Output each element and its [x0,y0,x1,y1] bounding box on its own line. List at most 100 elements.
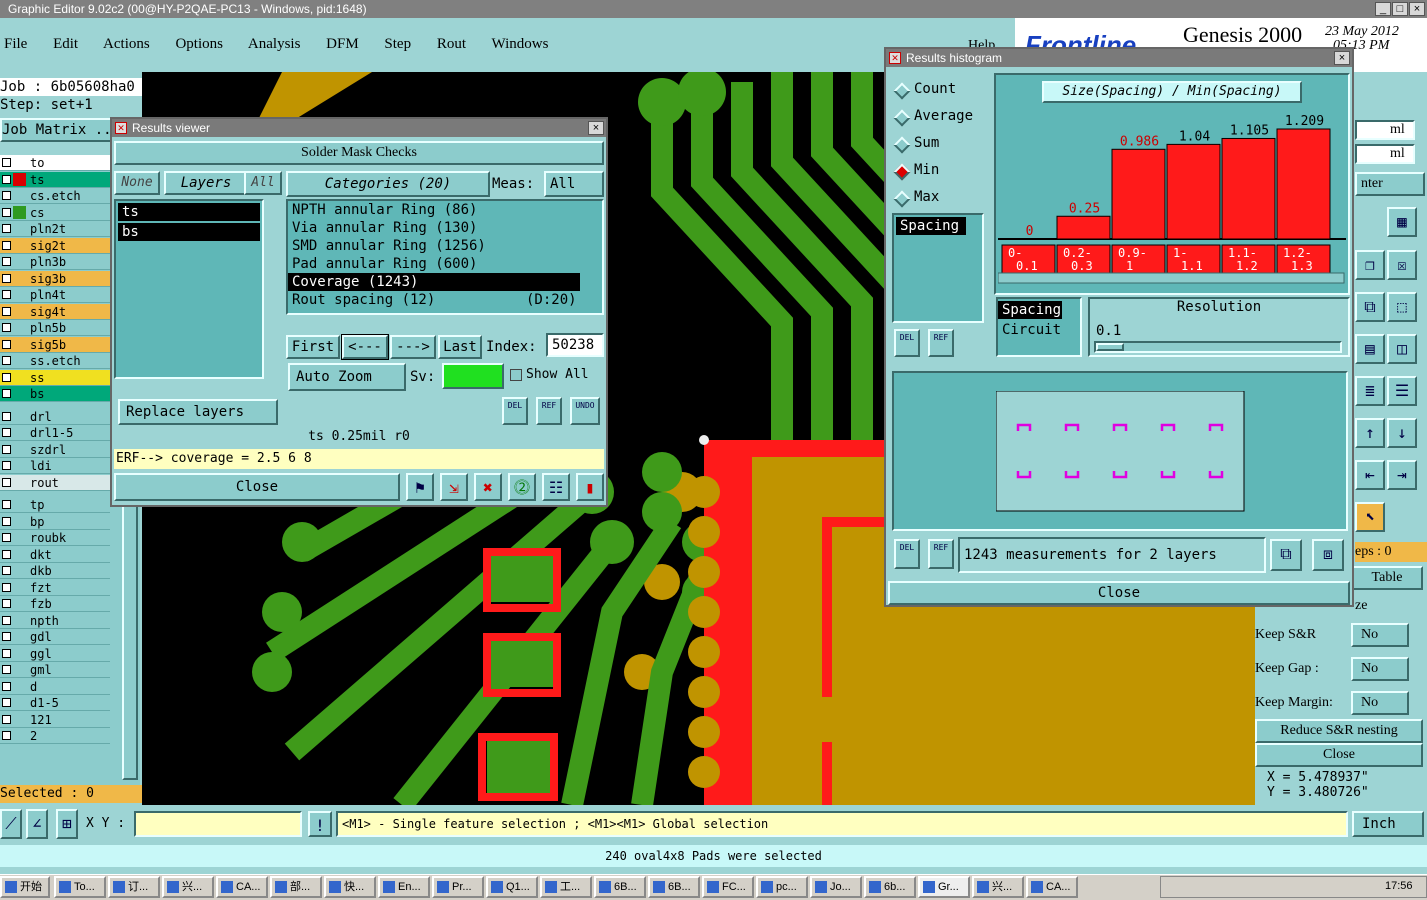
layer-row-sig3b[interactable]: sig3b [0,270,110,287]
layer-checkbox[interactable] [2,339,11,349]
menu-options[interactable]: Options [175,36,223,52]
tool-icon-2[interactable]: ∠ [26,809,48,839]
layer-row-pln2t[interactable]: pln2t [0,221,110,237]
menu-step[interactable]: Step [384,36,411,52]
layer-checkbox[interactable] [2,549,11,559]
menu-edit[interactable]: Edit [53,36,78,52]
sv-dropdown[interactable] [442,363,504,389]
layer-row-ldi[interactable]: ldi [0,458,110,474]
mode-average-radio[interactable] [893,109,911,127]
menu-rout[interactable]: Rout [437,36,466,52]
taskbar-item[interactable]: pc... [756,876,808,898]
layer-row-roubk[interactable]: roubk [0,530,110,546]
layer-result-list[interactable]: ts bs [114,199,264,379]
auto-zoom-dropdown[interactable]: Auto Zoom [288,363,406,391]
units-dropdown[interactable]: Inch [1352,811,1424,837]
copy-icon[interactable]: ❐ [1355,250,1385,280]
taskbar-item[interactable]: 工... [540,876,592,898]
category-item[interactable]: Pad annular Ring (600) [288,255,602,273]
taskbar-item[interactable]: 部... [270,876,322,898]
taskbar-item[interactable]: 兴... [972,876,1024,898]
undo-icon[interactable]: UNDO [570,397,600,425]
histogram-ref-icon[interactable]: REF [928,329,954,357]
taskbar-item[interactable]: 6b... [864,876,916,898]
layer-checkbox[interactable] [2,191,11,200]
mode-sum-radio[interactable] [893,136,911,154]
info-icon[interactable]: ! [308,811,332,837]
resolution-slider-thumb[interactable] [1096,343,1124,351]
layer-checkbox[interactable] [2,533,11,542]
layer-checkbox[interactable] [2,158,11,167]
histogram-bar[interactable] [1056,215,1111,240]
layer-row-cs[interactable]: cs [0,204,110,221]
histogram-icon[interactable]: ▮ [576,473,604,501]
layer-checkbox[interactable] [2,599,11,608]
layer-checkbox[interactable] [2,323,11,332]
layer-checkbox[interactable] [2,731,11,740]
layer-checkbox[interactable] [2,174,11,184]
ml-field-1[interactable] [1355,120,1415,140]
arrow-down-icon[interactable]: ↓ [1387,418,1417,448]
tool-icon-3[interactable]: ⊞ [56,809,78,839]
category-item-selected[interactable]: Coverage (1243) [288,273,580,291]
erase-icon[interactable]: ✖ [474,473,502,501]
preview-ref-icon[interactable]: REF [928,539,954,569]
attribute2-circuit[interactable]: Circuit [998,321,1080,339]
close-button[interactable]: × [1409,2,1425,16]
layer-checkbox[interactable] [2,224,11,233]
layer-row-dkb[interactable]: dkb [0,563,110,579]
results-viewer-close-button[interactable]: Close [114,473,400,501]
layer-checkbox[interactable] [2,698,11,707]
layer-checkbox[interactable] [2,714,11,724]
mode-max-radio[interactable] [893,190,911,208]
layer-checkbox[interactable] [2,356,11,365]
layer-row-drl1-5[interactable]: drl1-5 [0,425,110,441]
layer-row-fzt[interactable]: fzt [0,579,110,596]
zoom-chart-icon[interactable]: ⧉ [1270,539,1302,571]
layer-row-dkt[interactable]: dkt [0,546,110,563]
show-all-checkbox[interactable] [510,369,522,381]
layer-result-bs[interactable]: bs [118,223,260,241]
layer-checkbox[interactable] [2,372,11,382]
histogram-bar[interactable] [1276,128,1331,240]
layer-row-sig4t[interactable]: sig4t [0,303,110,320]
pointer-icon[interactable]: ⬉ [1355,502,1385,532]
layer-row-121[interactable]: 121 [0,711,110,728]
taskbar-item[interactable]: Gr... [918,876,970,898]
preview-del-icon[interactable]: DEL [894,539,920,569]
export-chart-icon[interactable]: ⧈ [1312,539,1344,571]
taskbar-item[interactable]: 6B... [648,876,700,898]
arrow-up-icon[interactable]: ↑ [1355,418,1385,448]
start-button[interactable]: 开始 [0,876,50,898]
layer-row-d1-5[interactable]: d1-5 [0,695,110,711]
layer-row-gdl[interactable]: gdl [0,629,110,645]
category-item[interactable]: Via annular Ring (130) [288,219,602,237]
layer-checkbox[interactable] [2,615,11,625]
taskbar-item[interactable]: To... [54,876,106,898]
taskbar-item[interactable]: Q1... [486,876,538,898]
layer-checkbox[interactable] [2,665,11,674]
layer-row-drl[interactable]: drl [0,408,110,425]
replace-layers-dropdown[interactable]: Replace layers [118,399,278,425]
taskbar-item[interactable]: 订... [108,876,160,898]
taskbar-item[interactable]: Jo... [810,876,862,898]
layer-row-sig5b[interactable]: sig5b [0,336,110,353]
reduce-sr-button[interactable]: Reduce S&R nesting [1255,719,1423,743]
layer-checkbox[interactable] [2,273,11,283]
layer-row-cs-etch[interactable]: cs.etch [0,188,110,204]
keep-margin-dropdown[interactable]: No [1351,691,1409,715]
taskbar-item[interactable]: 快... [324,876,376,898]
list-icon[interactable]: ☰ [1387,376,1417,406]
layer-checkbox[interactable] [2,681,11,691]
meas-dropdown[interactable]: All [544,171,604,197]
layer-checkbox[interactable] [2,477,11,487]
ref-icon[interactable]: REF [536,397,562,425]
report-icon[interactable]: ☷ [542,473,570,501]
last-button[interactable]: Last [438,335,482,359]
move-icon[interactable]: ⧉ [1355,292,1385,322]
table-button[interactable]: Table [1351,566,1423,590]
ml-field-2[interactable] [1355,144,1415,164]
number-icon[interactable]: ⓶ [508,473,536,501]
layer-row-bp[interactable]: bp [0,513,110,530]
del-icon[interactable]: DEL [502,397,528,425]
